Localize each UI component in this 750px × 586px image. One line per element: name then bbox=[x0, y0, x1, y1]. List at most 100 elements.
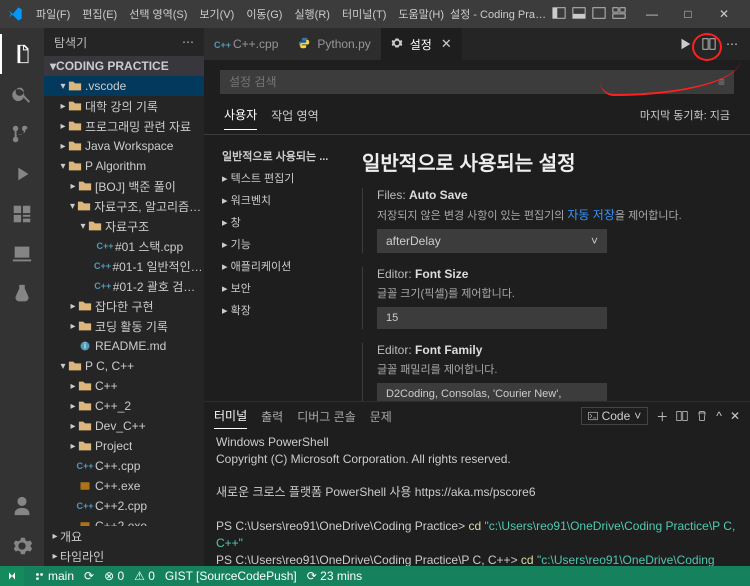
activity-extensions-icon[interactable] bbox=[0, 194, 44, 234]
layout-customize-icon[interactable] bbox=[612, 6, 628, 22]
explorer-sidebar: 탐색기 ⋯ ▾ CODING PRACTICE ▾.vscode▸대학 강의 기… bbox=[44, 28, 204, 566]
status-errors[interactable]: ⊗ 0 bbox=[104, 569, 124, 583]
toc-item[interactable]: ▸ 확장 bbox=[218, 299, 338, 321]
terminal-output[interactable]: Windows PowerShellCopyright (C) Microsof… bbox=[204, 430, 750, 566]
tree-item[interactable]: ▸프로그래밍 관련 자료 bbox=[44, 116, 204, 136]
settings-search-input[interactable] bbox=[229, 75, 718, 89]
tree-item[interactable]: ▸Dev_C++ bbox=[44, 416, 204, 436]
layout-panel-left-icon[interactable] bbox=[552, 6, 568, 22]
tree-item[interactable]: ▸대학 강의 기록 bbox=[44, 96, 204, 116]
close-panel-icon[interactable]: ✕ bbox=[730, 409, 740, 423]
tree-item[interactable]: C++#01-1 일반적인 스택.c... bbox=[44, 256, 204, 276]
toc-item[interactable]: ▸ 창 bbox=[218, 211, 338, 233]
activity-remote-icon[interactable] bbox=[0, 234, 44, 274]
menu-view[interactable]: 보기(V) bbox=[193, 6, 240, 22]
cpp-icon: C++ bbox=[214, 37, 228, 51]
tree-item[interactable]: C++C++2.cpp bbox=[44, 496, 204, 516]
activity-testing-icon[interactable] bbox=[0, 274, 44, 314]
status-sync[interactable]: ⟳ bbox=[84, 569, 94, 583]
tree-item[interactable]: C++2.exe bbox=[44, 516, 204, 526]
menu-file[interactable]: 파일(F) bbox=[30, 6, 76, 22]
activity-run-icon[interactable] bbox=[0, 154, 44, 194]
tree-item[interactable]: ▸Java Workspace bbox=[44, 136, 204, 156]
tree-item[interactable]: C++.exe bbox=[44, 476, 204, 496]
toc-item[interactable]: ▸ 애플리케이션 bbox=[218, 255, 338, 277]
panel-tab-terminal[interactable]: 터미널 bbox=[214, 403, 247, 429]
run-icon[interactable] bbox=[678, 37, 692, 51]
more-actions-icon[interactable]: ⋯ bbox=[726, 37, 738, 51]
twisty-icon: ▸ bbox=[68, 301, 78, 312]
folder-icon bbox=[78, 419, 92, 433]
setting-item: Editor: Font Size글꼴 크기(픽셀)를 제어합니다.15 bbox=[362, 267, 732, 329]
editor-tab[interactable]: C++C++.cpp bbox=[204, 28, 288, 60]
bottom-panel: 터미널 출력 디버그 콘솔 문제 Code˅ ＋ ^ ✕ Windows Pow… bbox=[204, 401, 750, 566]
settings-tab-user[interactable]: 사용자 bbox=[224, 100, 257, 130]
close-tab-icon[interactable]: ✕ bbox=[441, 36, 452, 52]
menu-help[interactable]: 도움말(H) bbox=[392, 6, 450, 22]
tree-item[interactable]: C++C++.cpp bbox=[44, 456, 204, 476]
panel-tab-debug-console[interactable]: 디버그 콘솔 bbox=[297, 404, 356, 429]
split-terminal-icon[interactable] bbox=[676, 410, 688, 422]
menu-terminal[interactable]: 터미널(T) bbox=[336, 6, 392, 22]
status-branch[interactable]: main bbox=[34, 569, 74, 583]
tree-item[interactable]: ▸[BOJ] 백준 풀이 bbox=[44, 176, 204, 196]
setting-input[interactable]: 15 bbox=[377, 307, 607, 329]
tree-item[interactable]: ▾.vscode bbox=[44, 76, 204, 96]
toc-item[interactable]: ▸ 워크벤치 bbox=[218, 189, 338, 211]
activity-explorer-icon[interactable] bbox=[0, 34, 44, 74]
activity-account-icon[interactable] bbox=[0, 486, 44, 526]
editor-tab[interactable]: 설정✕ bbox=[381, 28, 462, 60]
tree-item[interactable]: ▾P Algorithm bbox=[44, 156, 204, 176]
tree-item[interactable]: iREADME.md bbox=[44, 336, 204, 356]
menu-go[interactable]: 이동(G) bbox=[240, 6, 288, 22]
outline-section[interactable]: ▸개요 bbox=[44, 526, 204, 546]
panel-tab-output[interactable]: 출력 bbox=[261, 404, 283, 429]
terminal-profile-select[interactable]: Code˅ bbox=[581, 407, 649, 425]
tree-item[interactable]: ▸C++_2 bbox=[44, 396, 204, 416]
tree-item[interactable]: ▾P C, C++ bbox=[44, 356, 204, 376]
cpp-icon: C++ bbox=[78, 459, 92, 473]
timeline-section[interactable]: ▸타임라인 bbox=[44, 546, 204, 566]
tree-item[interactable]: ▾자료구조 bbox=[44, 216, 204, 236]
sidebar-more-icon[interactable]: ⋯ bbox=[182, 35, 194, 49]
workspace-root[interactable]: ▾ CODING PRACTICE bbox=[44, 56, 204, 76]
layout-panel-bottom-icon[interactable] bbox=[572, 6, 588, 22]
layout-panel-right-icon[interactable] bbox=[592, 6, 608, 22]
settings-search[interactable]: ≡ bbox=[220, 70, 734, 94]
setting-select[interactable]: afterDelay˅ bbox=[377, 229, 607, 253]
clear-icon[interactable]: ≡ bbox=[718, 75, 725, 89]
tree-item[interactable]: C++#01 스택.cpp bbox=[44, 236, 204, 256]
tree-item[interactable]: ▸C++ bbox=[44, 376, 204, 396]
menu-selection[interactable]: 선택 영역(S) bbox=[123, 6, 193, 22]
setting-input[interactable]: D2Coding, Consolas, 'Courier New', monos… bbox=[377, 383, 607, 401]
tree-item[interactable]: ▾자료구조, 알고리즘 유형 bbox=[44, 196, 204, 216]
tree-item[interactable]: ▸잡다한 구현 bbox=[44, 296, 204, 316]
toc-item[interactable]: ▸ 기능 bbox=[218, 233, 338, 255]
window-close-button[interactable]: ✕ bbox=[710, 7, 738, 21]
panel-tab-problems[interactable]: 문제 bbox=[370, 404, 392, 429]
new-terminal-icon[interactable]: ＋ bbox=[656, 408, 668, 425]
menu-edit[interactable]: 편집(E) bbox=[76, 6, 123, 22]
status-warnings[interactable]: ⚠ 0 bbox=[134, 569, 155, 583]
window-minimize-button[interactable]: — bbox=[638, 7, 666, 21]
editor-tab[interactable]: Python.py bbox=[288, 28, 380, 60]
window-maximize-button[interactable]: □ bbox=[674, 7, 702, 21]
tree-item[interactable]: C++#01-2 괄호 검사 프로... bbox=[44, 276, 204, 296]
activity-scm-icon[interactable] bbox=[0, 114, 44, 154]
status-gist[interactable]: GIST [SourceCodePush] bbox=[165, 569, 297, 583]
tree-item[interactable]: ▸코딩 활동 기록 bbox=[44, 316, 204, 336]
status-remote[interactable] bbox=[0, 566, 24, 586]
activity-settings-icon[interactable] bbox=[0, 526, 44, 566]
maximize-panel-icon[interactable]: ^ bbox=[716, 409, 722, 423]
status-mins[interactable]: ⟳ 23 mins bbox=[307, 569, 362, 583]
kill-terminal-icon[interactable] bbox=[696, 410, 708, 422]
toc-item[interactable]: 일반적으로 사용되는 ... bbox=[218, 145, 338, 167]
menu-run[interactable]: 실행(R) bbox=[288, 6, 336, 22]
toc-item[interactable]: ▸ 보안 bbox=[218, 277, 338, 299]
settings-tab-workspace[interactable]: 작업 영역 bbox=[271, 101, 319, 130]
split-editor-icon[interactable] bbox=[702, 37, 716, 51]
tree-item[interactable]: ▸Project bbox=[44, 436, 204, 456]
toc-item[interactable]: ▸ 텍스트 편집기 bbox=[218, 167, 338, 189]
tree-item-label: 프로그래밍 관련 자료 bbox=[85, 118, 191, 135]
activity-search-icon[interactable] bbox=[0, 74, 44, 114]
